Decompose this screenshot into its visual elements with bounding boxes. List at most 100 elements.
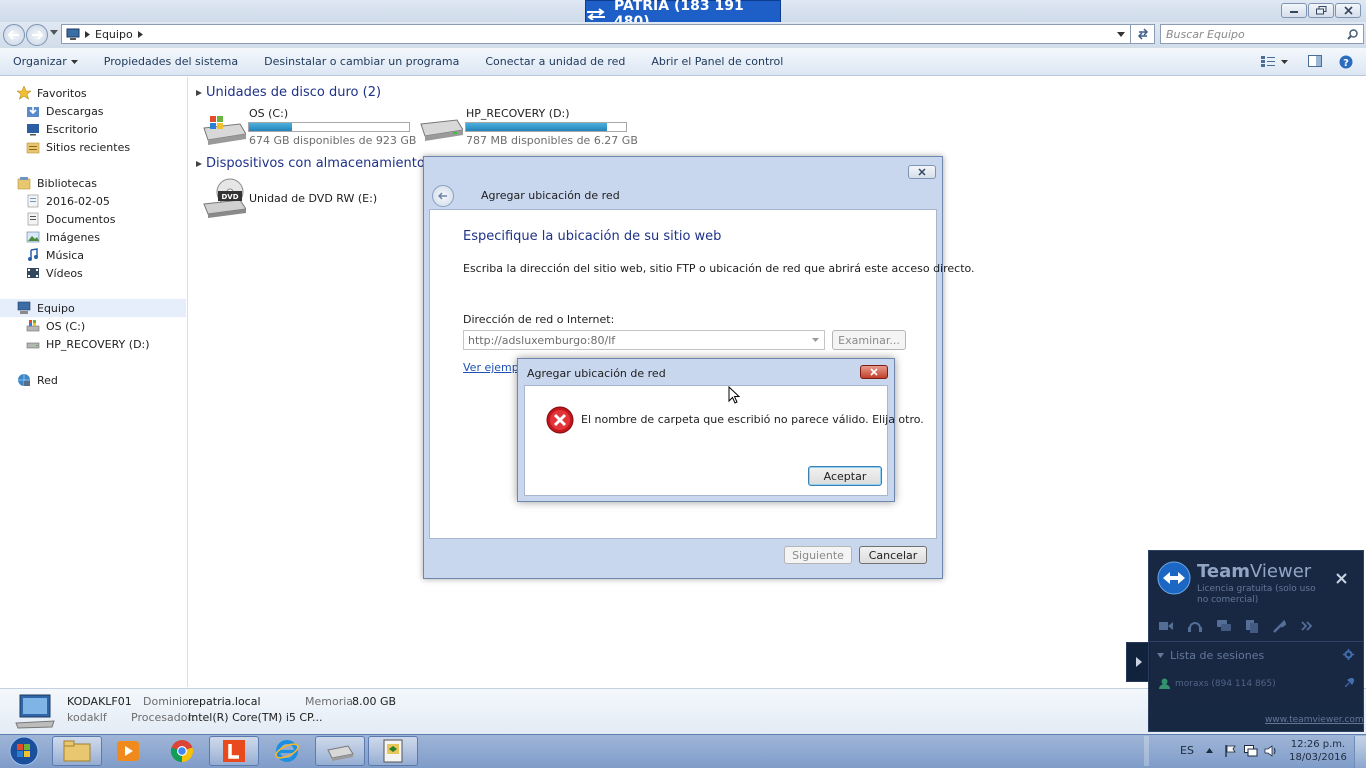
sidebar-item-library-2016-02-05[interactable]: 2016-02-05: [26, 192, 110, 210]
session-settings-icon[interactable]: [1343, 649, 1354, 660]
session-list-header[interactable]: Lista de sesiones: [1157, 649, 1264, 662]
minimize-button[interactable]: [1281, 3, 1307, 18]
details-domain-value: repatria.local: [188, 695, 261, 708]
drive-c[interactable]: [202, 110, 246, 146]
error-dialog: Agregar ubicación de red El nombre de ca…: [517, 358, 924, 502]
downloads-icon: [27, 105, 39, 117]
taskbar-network-location[interactable]: [315, 736, 365, 766]
sidebar-item-recent-places[interactable]: Sitios recientes: [26, 138, 130, 156]
swap-arrows-icon: [586, 8, 606, 20]
help-icon[interactable]: ?: [1339, 55, 1353, 69]
teamviewer-collapse-tab[interactable]: [1126, 642, 1150, 682]
browse-button[interactable]: Examinar...: [832, 330, 906, 350]
document-app-icon: [383, 739, 403, 763]
video-icon[interactable]: [1159, 621, 1173, 631]
teamviewer-close-icon[interactable]: [1336, 573, 1347, 584]
svg-text:?: ?: [1343, 58, 1349, 69]
tools-icon[interactable]: [1273, 619, 1286, 633]
tray-clock[interactable]: 12:26 p.m. 18/03/2016: [1288, 739, 1348, 763]
pin-icon[interactable]: [1345, 678, 1354, 687]
search-input[interactable]: Buscar Equipo: [1160, 24, 1364, 44]
files-icon[interactable]: [1246, 619, 1258, 633]
sidebar-label: Música: [46, 248, 85, 262]
start-button[interactable]: [4, 736, 44, 766]
headset-icon[interactable]: [1188, 620, 1202, 632]
restore-button[interactable]: [1308, 3, 1334, 18]
teamviewer-link[interactable]: www.teamviewer.com: [1265, 715, 1364, 725]
more-icon[interactable]: [1301, 621, 1313, 631]
taskbar-app-document[interactable]: [368, 736, 418, 766]
search-icon[interactable]: [1347, 28, 1358, 40]
sidebar-item-desktop[interactable]: Escritorio: [26, 120, 98, 138]
sidebar-item-pictures[interactable]: Imágenes: [26, 228, 100, 246]
volume-icon[interactable]: [1264, 745, 1278, 757]
sidebar-item-downloads[interactable]: Descargas: [26, 102, 104, 120]
sidebar-item-documents[interactable]: Documentos: [26, 210, 115, 228]
dvd-drive[interactable]: DVD: [202, 178, 246, 218]
cancel-button[interactable]: Cancelar: [859, 546, 927, 564]
chrome-icon: [170, 740, 194, 763]
sidebar-item-videos[interactable]: Vídeos: [26, 264, 83, 282]
hard-drives-group-header[interactable]: Unidades de disco duro (2): [196, 85, 381, 100]
system-properties-button[interactable]: Propiedades del sistema: [91, 55, 251, 68]
taskbar-media-player[interactable]: [103, 736, 153, 766]
language-indicator[interactable]: ES: [1180, 744, 1194, 757]
address-bar[interactable]: Equipo: [61, 24, 1131, 44]
show-desktop-button[interactable]: [1354, 736, 1366, 768]
drive-c-free-space: 674 GB disponibles de 923 GB: [249, 134, 417, 147]
group-header-label: Unidades de disco duro (2): [206, 85, 382, 100]
preview-pane-button[interactable]: [1308, 55, 1322, 67]
forward-button[interactable]: [26, 24, 48, 46]
address-dropdown-icon[interactable]: [1117, 31, 1125, 37]
back-button[interactable]: [3, 24, 25, 46]
wizard-close-button[interactable]: [908, 165, 936, 179]
drive-icon: [26, 342, 40, 349]
address-combobox[interactable]: http://adsluxemburgo:80/lf: [463, 330, 825, 350]
sidebar-item-favorites[interactable]: Favoritos: [17, 84, 87, 102]
sidebar-item-drive-d[interactable]: HP_RECOVERY (D:): [26, 335, 150, 353]
uninstall-program-button[interactable]: Desinstalar o cambiar un programa: [251, 55, 472, 68]
documents-icon: [27, 212, 39, 226]
wizard-back-button[interactable]: [432, 185, 454, 207]
chat-icon[interactable]: [1217, 620, 1231, 632]
libraries-icon: [17, 177, 31, 190]
teamviewer-brand: TeamViewer: [1197, 561, 1311, 582]
drive-d[interactable]: [419, 112, 463, 142]
taskbar-internet-explorer[interactable]: [262, 736, 312, 766]
drive-d-name: HP_RECOVERY (D:): [466, 107, 570, 120]
chevron-down-icon[interactable]: [812, 338, 819, 342]
videos-icon: [27, 268, 39, 278]
sidebar-item-libraries[interactable]: Bibliotecas: [17, 174, 97, 192]
folder-icon: [63, 740, 91, 762]
map-network-drive-button[interactable]: Conectar a unidad de red: [472, 55, 638, 68]
taskbar-app-l[interactable]: [209, 736, 259, 766]
action-center-flag-icon[interactable]: [1225, 745, 1237, 757]
sidebar-item-music[interactable]: Música: [26, 246, 84, 264]
teamviewer-panel: TeamViewer Licencia gratuita (solo uso n…: [1148, 550, 1364, 732]
view-options-button[interactable]: [1261, 56, 1288, 67]
sidebar-item-network[interactable]: Red: [17, 371, 58, 389]
breadcrumb-equipo[interactable]: Equipo: [95, 28, 133, 41]
error-close-button[interactable]: [860, 365, 888, 379]
taskbar-chrome[interactable]: [157, 736, 207, 766]
pictures-icon: [26, 231, 40, 243]
open-control-panel-button[interactable]: Abrir el Panel de control: [638, 55, 796, 68]
next-button[interactable]: Siguiente: [784, 546, 852, 564]
session-entry[interactable]: moraxs (894 114 865): [1159, 678, 1276, 689]
sidebar-item-computer[interactable]: Equipo: [0, 299, 186, 317]
sidebar-label: Descargas: [46, 104, 104, 118]
organize-menu[interactable]: Organizar: [0, 55, 91, 68]
taskbar-explorer[interactable]: [52, 736, 102, 766]
breadcrumb-chevron-icon[interactable]: [137, 30, 143, 38]
ok-button[interactable]: Aceptar: [808, 466, 882, 486]
show-hidden-icons-icon[interactable]: [1206, 748, 1213, 753]
user-icon: [1159, 678, 1170, 689]
close-window-button[interactable]: [1335, 3, 1361, 18]
sidebar-label: Imágenes: [46, 230, 100, 244]
refresh-button[interactable]: [1131, 24, 1155, 44]
network-tray-icon[interactable]: [1244, 745, 1258, 757]
drive-d-usage-fill: [466, 123, 607, 131]
navigation-pane: Favoritos Descargas Escritorio Sitios re…: [0, 77, 188, 687]
history-dropdown-icon[interactable]: [50, 30, 58, 36]
sidebar-item-drive-c[interactable]: OS (C:): [26, 317, 85, 335]
